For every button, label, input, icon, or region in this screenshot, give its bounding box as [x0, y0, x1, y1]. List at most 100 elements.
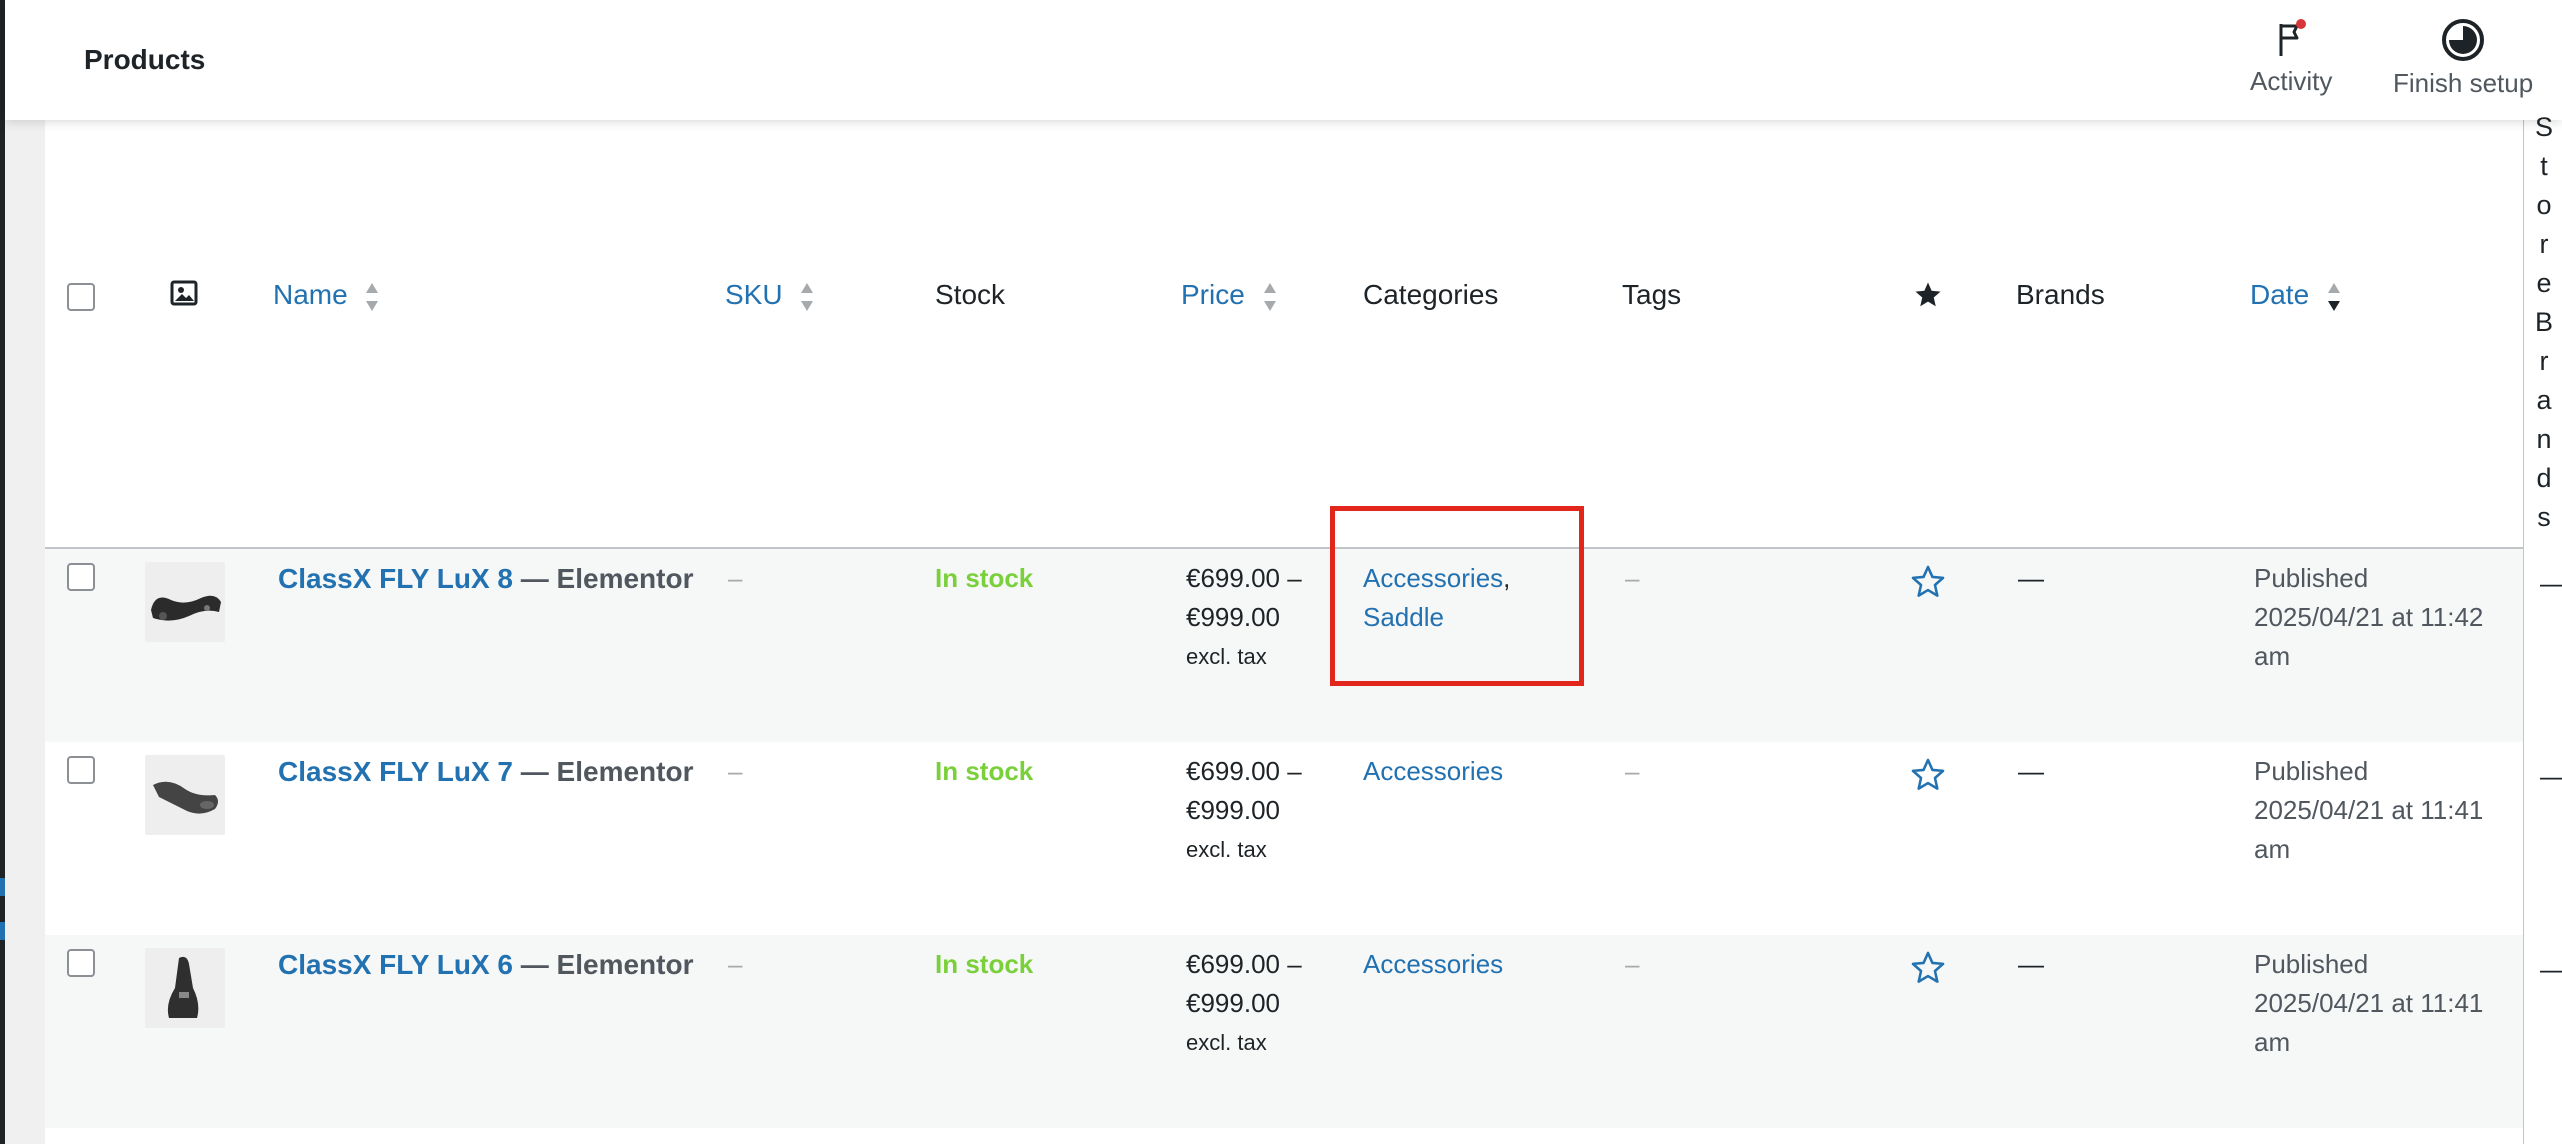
sort-icon [1263, 282, 1276, 311]
activity-button[interactable]: Activity [2250, 18, 2332, 97]
side-column-value: — [2540, 568, 2562, 599]
name-column-header[interactable]: Name [273, 279, 379, 312]
image-column-header [170, 280, 198, 313]
progress-circle-icon [2442, 19, 2485, 61]
vertical-letter: r [2539, 346, 2549, 376]
product-name: ClassX FLY LuX 8 — Elementor [278, 559, 693, 598]
product-link[interactable]: ClassX FLY LuX 8 [278, 563, 513, 594]
brands-column-header: Brands [2016, 279, 2105, 310]
product-suffix: — Elementor [520, 756, 694, 787]
finish-setup-button[interactable]: Finish setup [2393, 18, 2533, 99]
featured-toggle[interactable] [1909, 949, 1947, 992]
vertical-letter: s [2537, 502, 2551, 532]
featured-column-header[interactable] [1913, 280, 1943, 317]
star-icon [1915, 282, 1941, 307]
row-checkbox[interactable] [67, 563, 95, 591]
vertical-letter: e [2536, 268, 2552, 298]
stock-status: In stock [935, 949, 1034, 979]
sku-value: – [728, 756, 743, 786]
products-table: Name SKU Stock Price Categories Tags Bra… [45, 120, 2524, 1144]
date-header-label: Date [2250, 279, 2310, 310]
page-title: Products [84, 44, 206, 75]
page-left-gutter [5, 120, 46, 1144]
name-header-label: Name [273, 279, 348, 310]
price-max: €999.00 [1186, 988, 1280, 1018]
table-header: Name SKU Stock Price Categories Tags Bra… [45, 120, 2523, 549]
price-range: €699.00 – €999.00 excl. tax [1186, 559, 1302, 676]
table-row[interactable]: ClassX FLY LuX 7 — Elementor – In stock … [45, 742, 2523, 935]
sort-icon [366, 282, 379, 311]
publish-date: Published 2025/04/21 at 11:41 am [2254, 949, 2484, 1057]
tags-column-header: Tags [1622, 279, 1682, 310]
category-link-accessories[interactable]: Accessories [1363, 949, 1503, 979]
stock-column-header: Stock [935, 279, 1006, 310]
publish-date: Published 2025/04/21 at 11:42 am [2254, 563, 2484, 671]
categories-column-header: Categories [1363, 279, 1499, 310]
product-link[interactable]: ClassX FLY LuX 6 [278, 949, 513, 980]
brands-value: — [2018, 949, 2044, 979]
table-row[interactable]: ClassX FLY LuX 6 — Elementor – In stock … [45, 935, 2523, 1128]
price-tax-note: excl. tax [1186, 837, 1267, 862]
price-tax-note: excl. tax [1186, 1030, 1267, 1055]
price-range: €699.00 – €999.00 excl. tax [1186, 752, 1302, 869]
product-thumbnail[interactable] [145, 562, 225, 642]
side-column-value: — [2540, 761, 2562, 792]
tags-value: – [1625, 563, 1640, 593]
row-checkbox[interactable] [67, 949, 95, 977]
brands-value: — [2018, 563, 2044, 593]
star-outline-icon [1911, 758, 1945, 790]
product-link[interactable]: ClassX FLY LuX 7 [278, 756, 513, 787]
vertical-letter: a [2536, 385, 2552, 415]
saddle-image [153, 781, 218, 814]
publish-date: Published 2025/04/21 at 11:41 am [2254, 756, 2484, 864]
date-column-header[interactable]: Date [2250, 279, 2341, 312]
star-outline-icon [1911, 565, 1945, 597]
price-min: €699.00 – [1186, 949, 1302, 979]
product-thumbnail[interactable] [145, 948, 225, 1028]
sku-header-label: SKU [725, 279, 783, 310]
featured-toggle[interactable] [1909, 563, 1947, 606]
vertical-letter: n [2536, 424, 2552, 454]
star-outline-icon [1911, 951, 1945, 983]
price-column-header[interactable]: Price [1181, 279, 1277, 312]
product-thumbnail[interactable] [145, 755, 225, 835]
featured-toggle[interactable] [1909, 756, 1947, 799]
stock-status: In stock [935, 563, 1034, 593]
vertical-letter: B [2534, 307, 2553, 337]
row-checkbox[interactable] [67, 756, 95, 784]
product-suffix: — Elementor [520, 563, 694, 594]
vertical-letter: r [2539, 229, 2549, 259]
stock-status: In stock [935, 756, 1034, 786]
price-min: €699.00 – [1186, 563, 1302, 593]
vertical-letter: t [2540, 151, 2548, 181]
product-categories: Accessories [1363, 752, 1503, 791]
top-header-bar: Products Activity Finish setup [5, 0, 2562, 120]
image-icon [170, 280, 198, 306]
vertical-letter: S [2534, 112, 2553, 142]
product-name: ClassX FLY LuX 6 — Elementor [278, 945, 693, 984]
price-max: €999.00 [1186, 795, 1280, 825]
tags-value: – [1625, 756, 1640, 786]
highlight-box [1330, 506, 1584, 686]
sku-column-header[interactable]: SKU [725, 279, 814, 312]
activity-label: Activity [2250, 66, 2333, 96]
category-link-accessories[interactable]: Accessories [1363, 756, 1503, 786]
product-name: ClassX FLY LuX 7 — Elementor [278, 752, 693, 791]
brands-value: — [2018, 756, 2044, 786]
table-row[interactable]: ClassX FLY LuX 8 — Elementor – In stock … [45, 549, 2523, 742]
price-range: €699.00 – €999.00 excl. tax [1186, 945, 1302, 1062]
product-suffix: — Elementor [520, 949, 694, 980]
sku-value: – [728, 949, 743, 979]
sku-value: – [728, 563, 743, 593]
finish-setup-label: Finish setup [2393, 68, 2534, 98]
vertical-letter: d [2536, 463, 2552, 493]
price-tax-note: excl. tax [1186, 644, 1267, 669]
select-all-checkbox[interactable] [67, 283, 95, 311]
sort-icon [801, 282, 814, 311]
store-brands-vertical-label: S t o r e B r a n d s [2532, 108, 2556, 537]
price-max: €999.00 [1186, 602, 1280, 632]
sort-desc-icon [2327, 282, 2340, 311]
side-column-value: — [2540, 954, 2562, 985]
vertical-letter: o [2536, 190, 2552, 220]
saddle-image [167, 956, 199, 1018]
